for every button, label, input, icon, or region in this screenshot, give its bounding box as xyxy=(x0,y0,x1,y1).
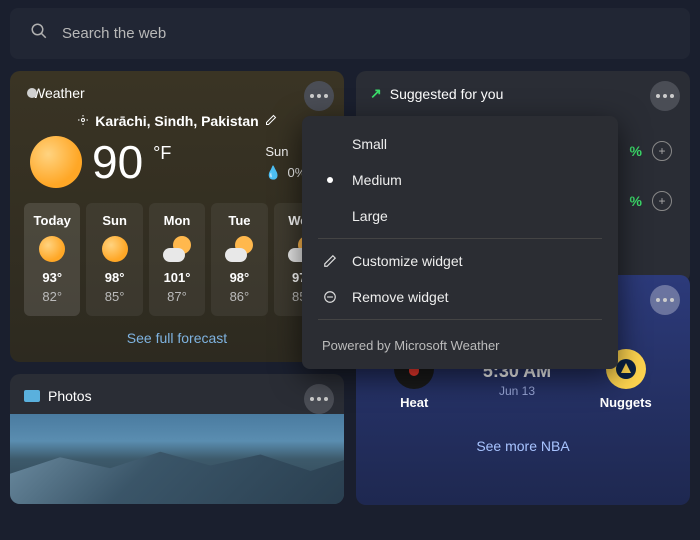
forecast-day[interactable]: Tue 98° 86° xyxy=(211,203,267,316)
cloudsun-icon xyxy=(163,236,191,262)
cloudsun-icon xyxy=(225,236,253,262)
current-condition-icon xyxy=(30,136,82,188)
sun-icon xyxy=(39,236,65,262)
more-button-suggested[interactable] xyxy=(650,81,680,111)
menu-item-remove[interactable]: Remove widget xyxy=(302,279,618,315)
match-date: Jun 13 xyxy=(483,384,551,398)
menu-label: Small xyxy=(352,136,387,152)
team-name: Heat xyxy=(400,395,428,410)
photos-title: Photos xyxy=(48,388,92,404)
forecast-hi: 93° xyxy=(42,270,62,285)
search-bar[interactable]: Search the web xyxy=(10,8,690,59)
forecast-hi: 98° xyxy=(230,270,250,285)
menu-footer: Powered by Microsoft Weather xyxy=(302,324,618,355)
remove-icon xyxy=(322,290,338,304)
menu-item-small[interactable]: Small xyxy=(302,126,618,162)
weather-location: Karāchi, Sindh, Pakistan xyxy=(95,113,258,129)
see-full-forecast-link[interactable]: See full forecast xyxy=(24,330,330,346)
menu-separator xyxy=(318,238,602,239)
add-button[interactable]: + xyxy=(652,141,672,161)
humidity-icon: 💧 xyxy=(265,165,281,181)
forecast-day[interactable]: Mon 101° 87° xyxy=(149,203,205,316)
forecast-row: Today 93° 82° Sun 98° 85° Mon 101° 87° xyxy=(24,203,330,316)
weather-title: Weather xyxy=(32,85,85,101)
pencil-icon xyxy=(322,254,338,268)
forecast-day-label: Sun xyxy=(102,213,127,228)
forecast-day[interactable]: Sun 98° 85° xyxy=(86,203,142,316)
photos-icon xyxy=(24,390,40,402)
radio-selected xyxy=(322,177,338,183)
search-icon xyxy=(30,22,48,45)
forecast-hi: 101° xyxy=(164,270,191,285)
forecast-lo: 85° xyxy=(105,289,125,304)
menu-item-medium[interactable]: Medium xyxy=(302,162,618,198)
menu-item-customize[interactable]: Customize widget xyxy=(302,243,618,279)
widget-context-menu: Small Medium Large Customize widget Remo… xyxy=(302,116,618,369)
search-placeholder: Search the web xyxy=(62,25,166,42)
team-name: Nuggets xyxy=(600,395,652,410)
photos-image[interactable] xyxy=(10,414,344,504)
pct-change: % xyxy=(630,193,642,209)
see-more-nba-link[interactable]: See more NBA xyxy=(370,438,676,454)
menu-label: Large xyxy=(352,208,388,224)
forecast-day-label: Mon xyxy=(164,213,191,228)
location-pin-icon xyxy=(77,113,89,129)
trend-icon: ↗ xyxy=(370,85,382,102)
menu-separator xyxy=(318,319,602,320)
temp-unit: °F xyxy=(153,143,171,164)
forecast-lo: 82° xyxy=(42,289,62,304)
menu-label: Medium xyxy=(352,172,402,188)
weather-card: Weather Karāchi, Sindh, Pakistan 90 °F S… xyxy=(10,71,344,362)
photos-card: Photos xyxy=(10,374,344,504)
forecast-day[interactable]: Today 93° 82° xyxy=(24,203,80,316)
more-button-photos[interactable] xyxy=(304,384,334,414)
current-temp: 90 xyxy=(92,135,143,189)
sun-icon xyxy=(102,236,128,262)
add-button[interactable]: + xyxy=(652,191,672,211)
menu-label: Customize widget xyxy=(352,253,463,269)
forecast-lo: 87° xyxy=(167,289,187,304)
weather-location-row[interactable]: Karāchi, Sindh, Pakistan xyxy=(24,113,330,129)
forecast-day-label: Today xyxy=(34,213,71,228)
suggested-title: Suggested for you xyxy=(390,86,504,102)
pct-change: % xyxy=(630,143,642,159)
forecast-day-label: Tue xyxy=(228,213,250,228)
forecast-hi: 98° xyxy=(105,270,125,285)
more-button-weather[interactable] xyxy=(304,81,334,111)
edit-location-icon[interactable] xyxy=(265,113,277,129)
more-button-nba[interactable] xyxy=(650,285,680,315)
menu-item-large[interactable]: Large xyxy=(302,198,618,234)
forecast-lo: 86° xyxy=(230,289,250,304)
menu-label: Remove widget xyxy=(352,289,449,305)
